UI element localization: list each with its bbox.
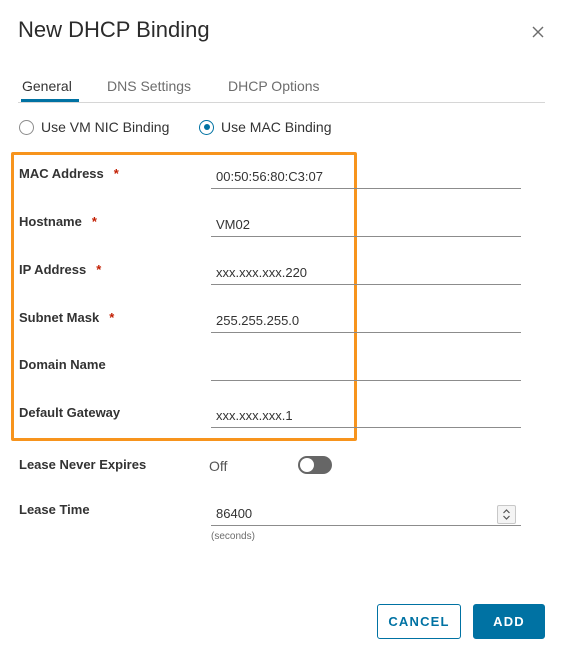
radio-label-vm-nic-binding: Use VM NIC Binding <box>41 119 170 135</box>
subnet-mask-input[interactable] <box>211 308 521 332</box>
hostname-input[interactable] <box>211 212 521 236</box>
radio-button-checked[interactable] <box>199 119 214 135</box>
close-icon-glyph <box>532 26 544 38</box>
ip-address-field <box>211 260 521 285</box>
radio-mac-binding[interactable]: Use MAC Binding <box>199 119 332 135</box>
tab-bar: General DNS Settings DHCP Options <box>18 72 545 103</box>
default-gateway-field <box>211 403 521 428</box>
subnet-mask-field <box>211 308 521 333</box>
mac-address-input[interactable] <box>211 164 521 188</box>
mac-address-label: MAC Address * <box>19 166 119 181</box>
ip-address-label: IP Address * <box>19 262 101 277</box>
radio-button-unchecked[interactable] <box>19 119 34 135</box>
tab-general[interactable]: General <box>22 78 72 94</box>
subnet-mask-label: Subnet Mask * <box>19 310 114 325</box>
dialog-title: New DHCP Binding <box>18 17 210 42</box>
close-icon[interactable] <box>530 24 546 40</box>
lease-time-label: Lease Time <box>19 502 90 517</box>
hostname-field <box>211 212 521 237</box>
highlight-box <box>11 152 357 441</box>
stepper-glyph <box>503 509 510 520</box>
default-gateway-label: Default Gateway <box>19 405 121 420</box>
radio-label-mac-binding: Use MAC Binding <box>221 119 332 135</box>
mac-address-label-text: MAC Address <box>19 166 104 181</box>
hostname-label-text: Hostname <box>19 214 82 229</box>
ip-address-input[interactable] <box>211 260 521 284</box>
chevron-up-down-icon[interactable] <box>497 505 516 524</box>
required-marker: * <box>109 310 115 325</box>
domain-name-field <box>211 356 521 381</box>
domain-name-input[interactable] <box>211 356 521 380</box>
ip-address-label-text: IP Address <box>19 262 87 277</box>
active-tab-indicator <box>21 99 79 102</box>
tab-dns-settings[interactable]: DNS Settings <box>107 78 191 94</box>
lease-time-field <box>211 501 521 526</box>
lease-time-hint: (seconds) <box>211 531 255 542</box>
add-button[interactable]: ADD <box>473 604 545 639</box>
cancel-button[interactable]: CANCEL <box>377 604 461 639</box>
subnet-mask-label-text: Subnet Mask <box>19 310 100 325</box>
default-gateway-input[interactable] <box>211 403 521 427</box>
lease-never-expires-toggle[interactable] <box>298 456 332 474</box>
hostname-label: Hostname * <box>19 214 97 229</box>
lease-toggle-state: Off <box>209 458 228 474</box>
required-marker: * <box>113 166 119 181</box>
radio-vm-nic-binding[interactable]: Use VM NIC Binding <box>19 119 169 135</box>
domain-name-label: Domain Name <box>19 357 106 372</box>
tab-dhcp-options[interactable]: DHCP Options <box>228 78 320 94</box>
mac-address-field <box>211 164 521 189</box>
lease-never-expires-label: Lease Never Expires <box>19 457 147 472</box>
toggle-knob <box>300 458 314 472</box>
required-marker: * <box>91 214 97 229</box>
required-marker: * <box>96 262 102 277</box>
lease-time-input[interactable] <box>211 501 521 525</box>
